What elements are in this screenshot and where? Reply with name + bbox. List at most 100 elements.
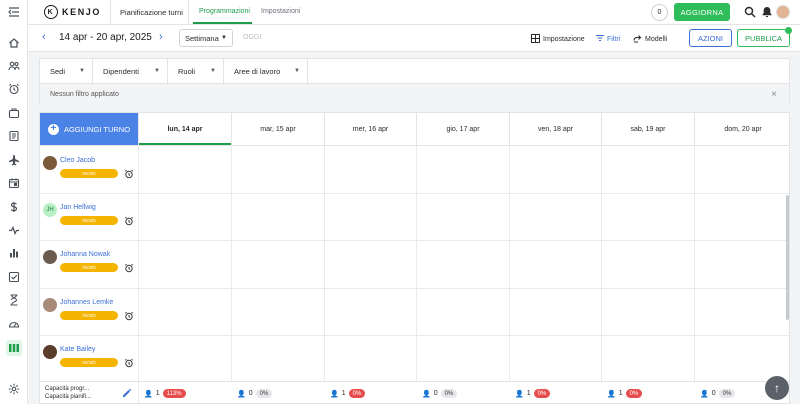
top-bar: K KENJO Pianificazione turni Programmazi…: [28, 0, 800, 25]
templates-link[interactable]: Modelli: [633, 34, 667, 45]
search-icon[interactable]: [744, 6, 756, 18]
calendar-icon[interactable]: [6, 175, 22, 191]
filter-employees[interactable]: Dipendenti ▼: [93, 59, 168, 83]
pencil-icon[interactable]: [122, 388, 132, 398]
capacity-count: 0: [711, 390, 716, 397]
capacity-count: 1: [618, 390, 623, 397]
alarm-clock-icon[interactable]: [124, 263, 134, 273]
divider: [40, 145, 789, 146]
avatar[interactable]: [43, 250, 57, 264]
divider: [40, 240, 789, 241]
alarm-clock-icon[interactable]: [124, 216, 134, 226]
filter-work-areas[interactable]: Aree di lavoro ▼: [224, 59, 308, 83]
grid-settings-icon: [531, 34, 540, 45]
tab-impostazioni[interactable]: Impostazioni: [261, 8, 300, 15]
chevron-down-icon: ▼: [294, 68, 300, 74]
update-button[interactable]: AGGIORNA: [674, 3, 730, 21]
view-select-value: Settimana: [185, 33, 219, 43]
capacity-cell: 👤 1 0%: [515, 389, 551, 398]
checklist-icon[interactable]: [6, 269, 22, 285]
actions-button[interactable]: AZIONI: [689, 29, 732, 47]
divider: [138, 145, 139, 403]
dollar-icon[interactable]: [6, 199, 22, 215]
capacity-percent: 0%: [255, 389, 273, 398]
settings-icon[interactable]: [6, 381, 22, 397]
filter-icon: [596, 34, 604, 44]
filter-locations[interactable]: Sedi ▼: [40, 59, 93, 83]
divider: [324, 145, 325, 403]
shift-planner-icon[interactable]: [6, 340, 22, 356]
avatar[interactable]: JH: [43, 203, 57, 217]
bar-chart-icon[interactable]: [6, 245, 22, 261]
employee-name[interactable]: Kate Bailey: [60, 346, 95, 353]
avatar[interactable]: [43, 298, 57, 312]
capacity-percent: 113%: [162, 389, 186, 398]
divider: [138, 382, 139, 403]
employee-name[interactable]: Johannes Lemke: [60, 299, 113, 306]
home-icon[interactable]: [6, 35, 22, 51]
chevron-down-icon: ▼: [221, 35, 227, 41]
previous-week-icon[interactable]: ‹: [42, 31, 46, 43]
alarm-clock-icon[interactable]: [124, 169, 134, 179]
alarm-clock-icon[interactable]: [124, 311, 134, 321]
divider: [110, 0, 111, 25]
capacity-footer: Capacità progr... Capacità pianifi... 👤 …: [40, 381, 789, 403]
capacity-planned-label: Capacità pianifi...: [45, 394, 92, 400]
day-header[interactable]: ven, 18 apr: [509, 113, 601, 145]
activity-icon[interactable]: [6, 222, 22, 238]
person-icon: 👤: [607, 390, 616, 398]
publish-button[interactable]: PUBBLICA: [737, 27, 792, 47]
people-icon[interactable]: [6, 58, 22, 74]
no-filter-text: Nessun filtro applicato: [50, 91, 119, 98]
filter-roles[interactable]: Ruoli ▼: [168, 59, 224, 83]
tab-programmazioni[interactable]: Programmazioni: [199, 8, 250, 15]
collapse-menu-icon[interactable]: [6, 4, 22, 20]
employee-name[interactable]: Jan Hellwig: [60, 204, 96, 211]
capacity-count: 1: [341, 390, 346, 397]
day-header[interactable]: mer, 16 apr: [324, 113, 416, 145]
airplane-icon[interactable]: [6, 152, 22, 168]
hours-badge: 0h/40h: [60, 169, 118, 178]
alarm-clock-icon[interactable]: [124, 358, 134, 368]
avatar[interactable]: [43, 156, 57, 170]
next-week-icon[interactable]: ›: [159, 31, 163, 43]
schedule-grid: + AGGIUNGI TURNO lun, 14 apr mar, 15 apr…: [39, 112, 790, 404]
settings-link-label: Impostazione: [543, 36, 585, 43]
add-shift-label: AGGIUNGI TURNO: [63, 124, 131, 134]
day-header[interactable]: gio, 17 apr: [416, 113, 509, 145]
person-icon: 👤: [330, 390, 339, 398]
capacity-count: 1: [526, 390, 531, 397]
schedule-toolbar: ‹ 14 apr - 20 apr, 2025 › Settimana ▼ OG…: [28, 25, 800, 52]
gauge-icon[interactable]: [6, 316, 22, 332]
day-header[interactable]: lun, 14 apr: [138, 113, 231, 145]
briefcase-icon[interactable]: [6, 105, 22, 121]
bell-icon[interactable]: [761, 6, 773, 18]
app-logo[interactable]: K KENJO: [44, 5, 101, 19]
page-title: Pianificazione turni: [120, 8, 183, 17]
user-avatar[interactable]: [776, 5, 790, 19]
capacity-cell: 👤 0 0%: [700, 389, 736, 398]
day-header[interactable]: mar, 15 apr: [231, 113, 324, 145]
capacity-percent: 0%: [440, 389, 458, 398]
day-header[interactable]: dom, 20 apr: [694, 113, 789, 145]
hourglass-icon[interactable]: [6, 292, 22, 308]
active-filters-bar: Nessun filtro applicato ×: [40, 83, 789, 105]
document-icon[interactable]: [6, 128, 22, 144]
filters-link[interactable]: Filtri: [596, 34, 620, 44]
alarm-clock-icon[interactable]: [6, 81, 22, 97]
day-header[interactable]: sab, 19 apr: [601, 113, 694, 145]
employee-name[interactable]: Cleo Jacob: [60, 157, 95, 164]
add-shift-button[interactable]: + AGGIUNGI TURNO: [40, 113, 138, 145]
scroll-to-top-button[interactable]: ↑: [765, 376, 789, 400]
hours-badge: 0h/40h: [60, 311, 118, 320]
avatar[interactable]: [43, 345, 57, 359]
close-icon[interactable]: ×: [771, 89, 777, 100]
employee-name[interactable]: Johanna Nowak: [60, 251, 110, 258]
view-select[interactable]: Settimana ▼: [179, 29, 233, 47]
today-button[interactable]: OGGI: [243, 34, 261, 41]
settings-link[interactable]: Impostazione: [531, 34, 585, 45]
vertical-scrollbar[interactable]: [786, 195, 789, 320]
employee-row: Kate Bailey 0h/30h: [43, 335, 137, 381]
pending-count-badge[interactable]: 0: [651, 4, 668, 21]
divider: [40, 193, 789, 194]
